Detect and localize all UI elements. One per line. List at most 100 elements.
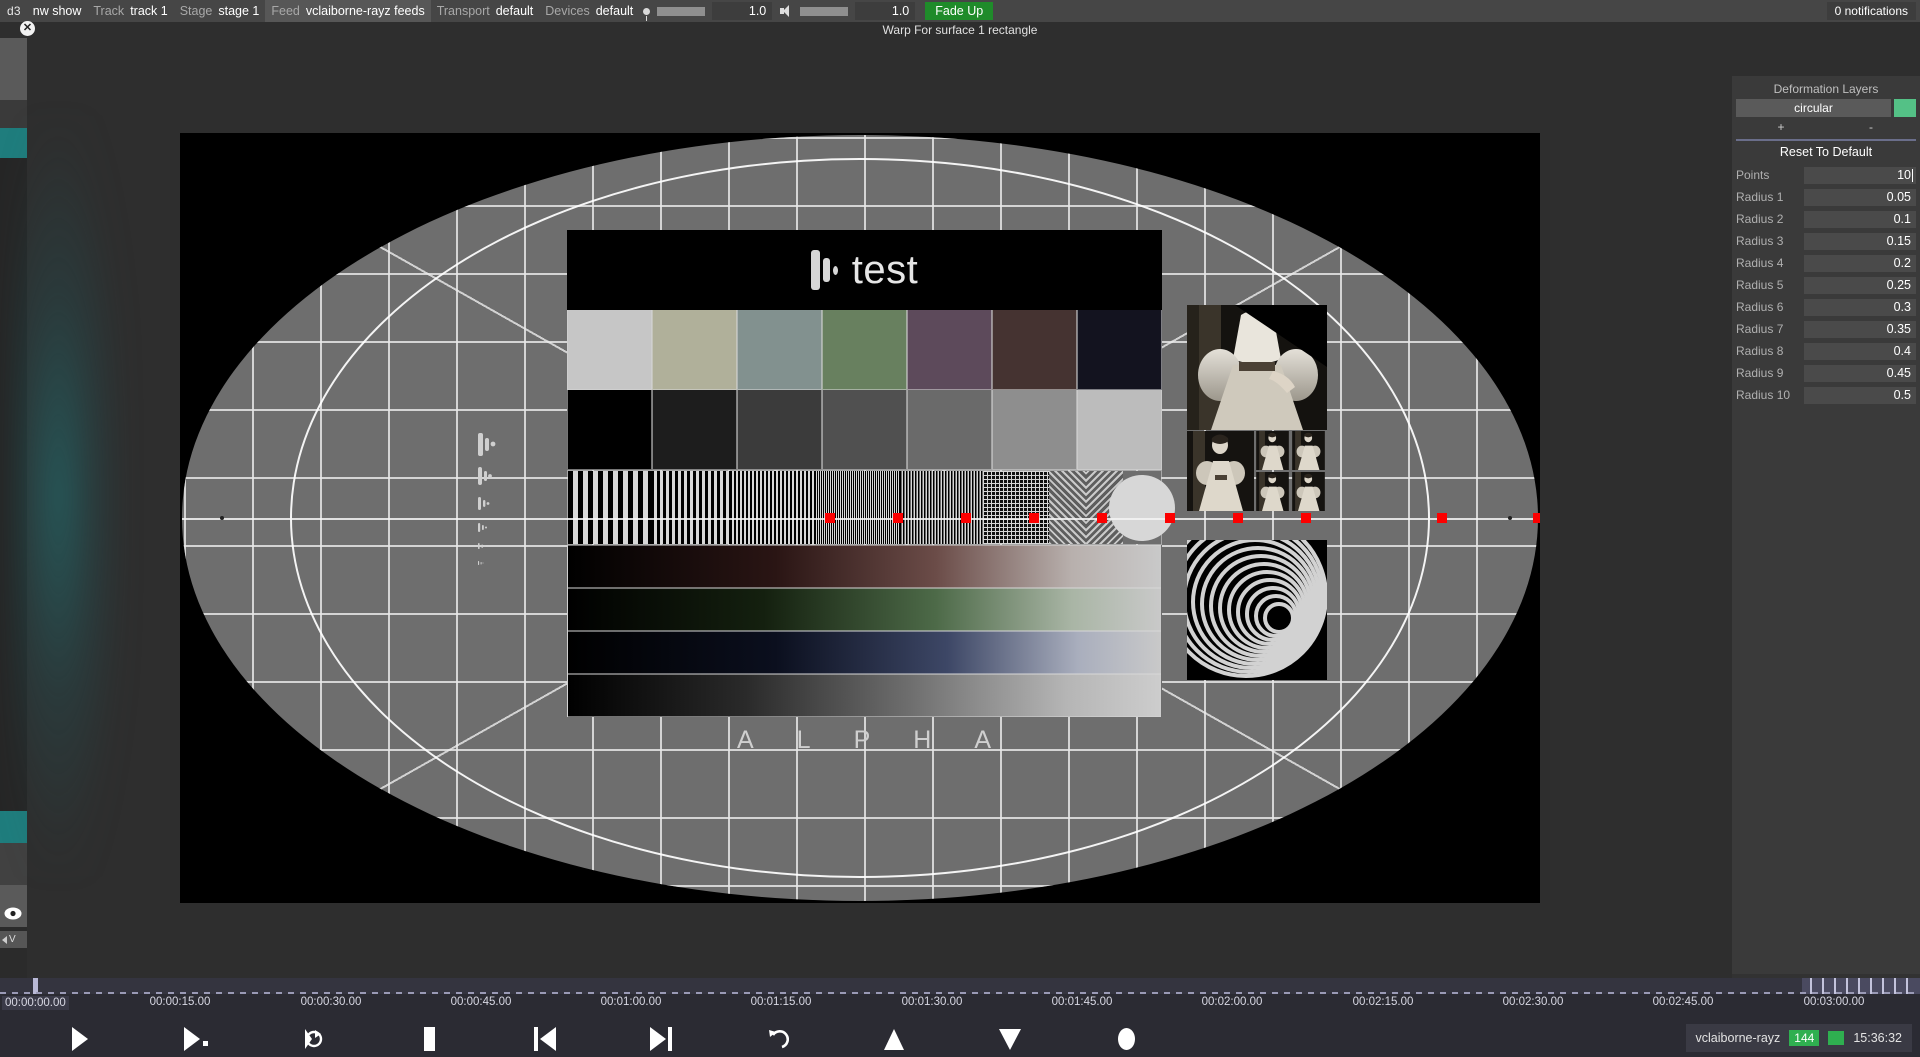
feed-selector[interactable]: Feed vclaiborne-rayz feeds xyxy=(265,0,430,22)
show-name[interactable]: nw show xyxy=(27,0,88,22)
control-point[interactable] xyxy=(1301,513,1311,523)
gray-step xyxy=(907,390,992,470)
radius-10-input[interactable]: 0.5 xyxy=(1804,387,1916,404)
control-point-anchor[interactable] xyxy=(1508,516,1512,520)
close-icon[interactable]: ✕ xyxy=(20,21,35,36)
stripe-block xyxy=(900,471,983,544)
gray-step xyxy=(652,390,737,470)
stripe-block xyxy=(734,471,817,544)
cue-up-button[interactable] xyxy=(871,1026,917,1052)
stop-icon xyxy=(424,1027,435,1051)
color-swatch xyxy=(737,310,822,390)
field-radius-6[interactable]: Radius 6 0.3 xyxy=(1732,296,1920,318)
radius-5-input[interactable]: 0.25 xyxy=(1804,277,1916,294)
loop-button[interactable] xyxy=(289,1026,335,1052)
skip-back-icon xyxy=(534,1027,538,1051)
revert-button[interactable] xyxy=(754,1026,800,1052)
field-radius-10[interactable]: Radius 10 0.5 xyxy=(1732,384,1920,406)
transport-selector[interactable]: Transport default xyxy=(431,0,540,22)
field-points[interactable]: Points 10 xyxy=(1732,164,1920,186)
field-radius-1[interactable]: Radius 1 0.05 xyxy=(1732,186,1920,208)
brightness-value[interactable]: 1.0 xyxy=(712,2,772,20)
rail-collapse-tab[interactable]: V xyxy=(0,931,27,948)
status-bar: vclaiborne-rayz 144 15:36:32 xyxy=(1686,1024,1912,1052)
test-pattern: test xyxy=(180,133,1540,903)
brightness-slider[interactable] xyxy=(657,7,705,16)
control-point[interactable] xyxy=(1097,513,1107,523)
loop-icon xyxy=(299,1026,325,1052)
control-point[interactable] xyxy=(1533,513,1540,523)
reset-to-default-button[interactable]: Reset To Default xyxy=(1732,141,1920,164)
field-label: Points xyxy=(1736,168,1804,182)
control-point[interactable] xyxy=(1437,513,1447,523)
layer-color-swatch[interactable] xyxy=(1894,99,1916,117)
rail-panel-mid[interactable] xyxy=(0,843,27,885)
field-radius-8[interactable]: Radius 8 0.4 xyxy=(1732,340,1920,362)
remove-layer-button[interactable]: - xyxy=(1826,119,1916,135)
field-label: Radius 3 xyxy=(1736,234,1804,248)
radius-9-input[interactable]: 0.45 xyxy=(1804,365,1916,382)
field-radius-3[interactable]: Radius 3 0.15 xyxy=(1732,230,1920,252)
fade-up-button[interactable]: Fade Up xyxy=(925,2,993,20)
portrait-thumb xyxy=(1255,431,1290,470)
visibility-eye-icon[interactable] xyxy=(4,907,22,920)
gradient-gray xyxy=(567,674,1162,717)
volume-control[interactable]: 1.0 xyxy=(776,2,919,20)
add-layer-button[interactable]: + xyxy=(1736,119,1826,135)
pattern-content: test xyxy=(567,230,1162,760)
stage-selector[interactable]: Stage stage 1 xyxy=(174,0,266,22)
field-radius-5[interactable]: Radius 5 0.25 xyxy=(1732,274,1920,296)
control-point[interactable] xyxy=(1233,513,1243,523)
rail-panel-layer-b[interactable] xyxy=(0,811,27,843)
play-button[interactable] xyxy=(57,1026,103,1052)
field-radius-9[interactable]: Radius 9 0.45 xyxy=(1732,362,1920,384)
notifications-button[interactable]: 0 notifications xyxy=(1827,2,1916,20)
volume-value[interactable]: 1.0 xyxy=(855,2,915,20)
radius-8-input[interactable]: 0.4 xyxy=(1804,343,1916,360)
field-radius-4[interactable]: Radius 4 0.2 xyxy=(1732,252,1920,274)
alpha-letter: L xyxy=(797,726,812,755)
devices-selector[interactable]: Devices default xyxy=(539,0,639,22)
rail-panel-top[interactable] xyxy=(0,38,27,100)
points-input[interactable]: 10 xyxy=(1804,167,1916,184)
radius-3-input[interactable]: 0.15 xyxy=(1804,233,1916,250)
radius-2-input[interactable]: 0.1 xyxy=(1804,211,1916,228)
brightness-control[interactable]: 1.0 xyxy=(639,2,776,20)
field-radius-7[interactable]: Radius 7 0.35 xyxy=(1732,318,1920,340)
radius-7-input[interactable]: 0.35 xyxy=(1804,321,1916,338)
volume-slider[interactable] xyxy=(800,7,848,16)
portrait-thumbnail-row xyxy=(1187,431,1327,511)
timeline-key-track[interactable] xyxy=(0,978,1920,994)
gradient-blue xyxy=(567,631,1162,674)
stop-button[interactable] xyxy=(406,1026,452,1052)
stripe-block xyxy=(651,471,734,544)
cue-down-button[interactable] xyxy=(987,1026,1033,1052)
field-label: Radius 8 xyxy=(1736,344,1804,358)
radius-6-input[interactable]: 0.3 xyxy=(1804,299,1916,316)
radius-1-input[interactable]: 0.05 xyxy=(1804,189,1916,206)
radius-4-input[interactable]: 0.2 xyxy=(1804,255,1916,272)
layer-name-field[interactable]: circular xyxy=(1736,99,1891,117)
warp-canvas[interactable]: test xyxy=(180,133,1540,903)
layer-add-remove-row: + - xyxy=(1736,119,1916,135)
track-selector[interactable]: Track track 1 xyxy=(87,0,173,22)
field-radius-2[interactable]: Radius 2 0.1 xyxy=(1732,208,1920,230)
control-point[interactable] xyxy=(1029,513,1039,523)
alpha-label-row: A L P H A xyxy=(567,720,1162,760)
field-label: Radius 6 xyxy=(1736,300,1804,314)
control-point[interactable] xyxy=(825,513,835,523)
rail-panel-low[interactable] xyxy=(0,885,27,927)
rail-panel-layer-active[interactable] xyxy=(0,128,27,158)
control-point[interactable] xyxy=(893,513,903,523)
next-cue-button[interactable] xyxy=(638,1026,684,1052)
stripe-block xyxy=(568,471,651,544)
control-point-anchor[interactable] xyxy=(220,516,224,520)
record-button[interactable] xyxy=(1103,1026,1149,1052)
previous-cue-button[interactable] xyxy=(522,1026,568,1052)
application-window: d3 nw show Track track 1 Stage stage 1 F… xyxy=(0,0,1920,1057)
control-point[interactable] xyxy=(961,513,971,523)
play-section-button[interactable] xyxy=(173,1026,219,1052)
timeline-ruler[interactable]: 00:00:00.00 00:00:15.00 00:00:30.00 00:0… xyxy=(0,994,1920,1016)
control-point[interactable] xyxy=(1165,513,1175,523)
pattern-title-label: test xyxy=(852,248,918,293)
